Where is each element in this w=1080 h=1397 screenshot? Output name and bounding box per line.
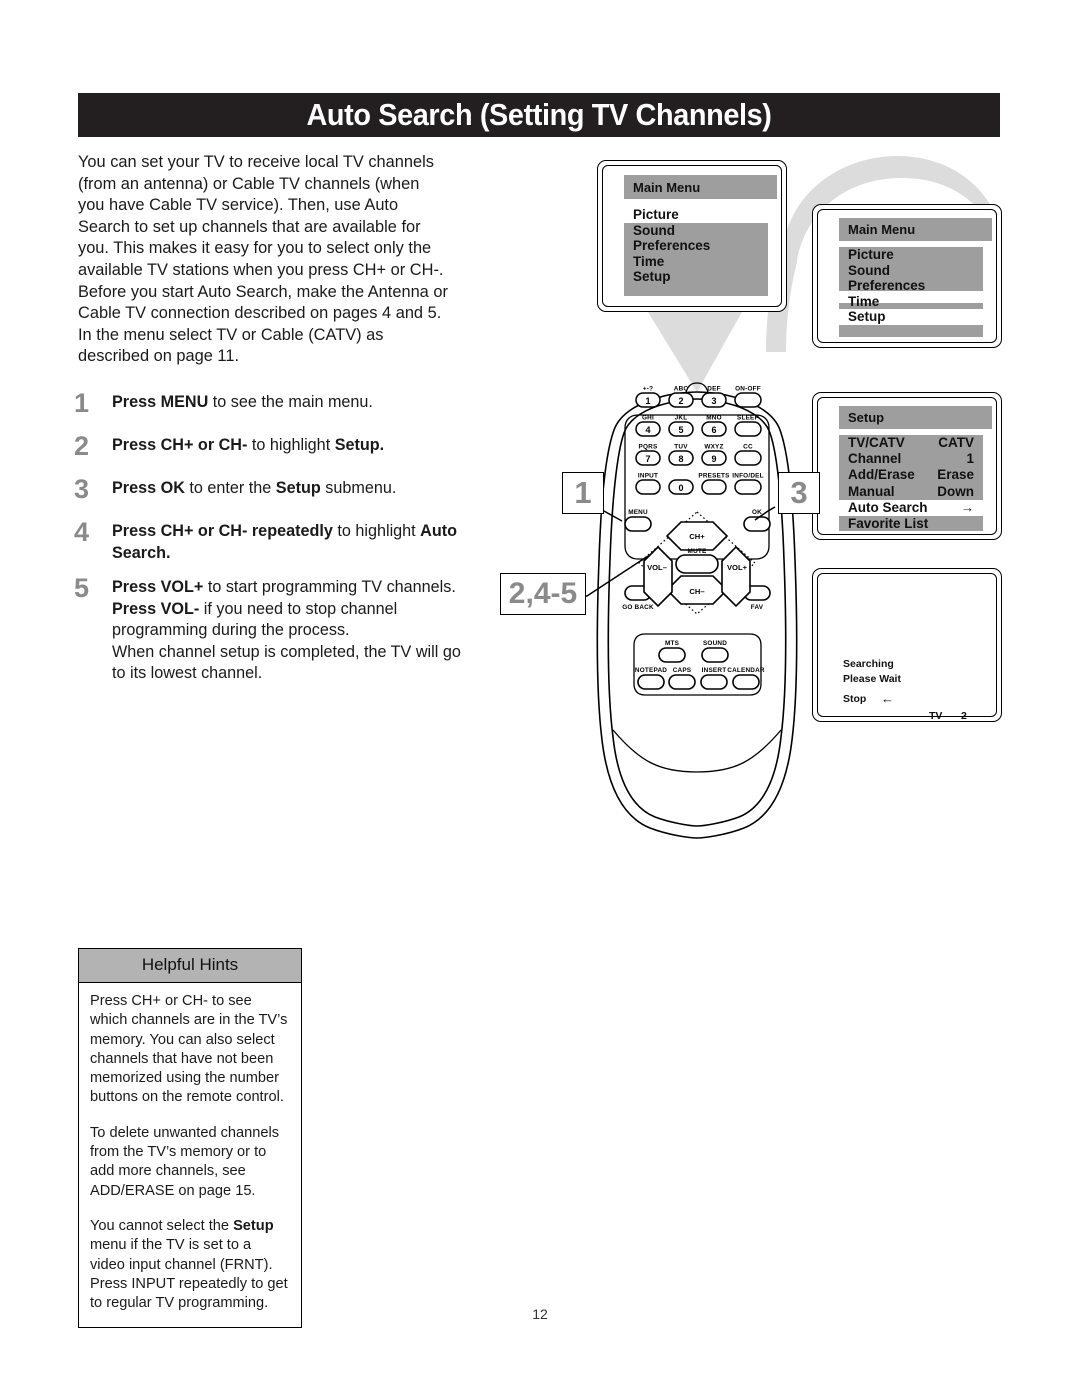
remote-key-1[interactable]: +-? 1 <box>635 386 661 408</box>
remote-key-sleep[interactable]: SLEEP <box>734 415 762 437</box>
svg-text:3: 3 <box>711 396 716 406</box>
svg-text:MNO: MNO <box>706 415 722 422</box>
svg-text:4: 4 <box>645 425 650 435</box>
svg-text:INSERT: INSERT <box>702 667 727 674</box>
svg-text:VOL–: VOL– <box>647 563 667 572</box>
svg-text:9: 9 <box>711 454 716 464</box>
remote-key-4[interactable]: GHI 4 <box>635 415 661 437</box>
svg-text:+-?: +-? <box>643 386 653 393</box>
svg-text:CC: CC <box>743 444 753 451</box>
svg-text:FAV: FAV <box>751 604 764 611</box>
svg-text:INFO/DEL: INFO/DEL <box>732 473 763 480</box>
svg-text:PQRS: PQRS <box>639 444 658 451</box>
manual-page: Auto Search (Setting TV Channels) You ca… <box>0 0 1080 1397</box>
remote-key-presets[interactable]: PRESETS <box>698 473 730 495</box>
svg-text:INPUT: INPUT <box>638 473 658 480</box>
svg-text:CH+: CH+ <box>689 532 705 541</box>
svg-text:MTS: MTS <box>665 640 680 647</box>
remote-ir-nub <box>685 382 709 393</box>
svg-text:GO BACK: GO BACK <box>622 604 654 611</box>
svg-text:CH–: CH– <box>689 587 704 596</box>
remote-notepad-button[interactable]: NOTEPAD <box>635 667 667 690</box>
callout-badge-vol: 2,4-5 <box>500 573 586 615</box>
svg-text:6: 6 <box>711 425 716 435</box>
svg-text:GHI: GHI <box>642 415 654 422</box>
remote-control-illustration: +-? 1 ABC 2 DEF 3 ON-OFF GHI 4 JKL 5 MNO… <box>500 382 798 839</box>
remote-key-cc[interactable]: CC <box>734 444 762 466</box>
svg-text:MUTE: MUTE <box>688 548 707 555</box>
remote-keypad-buttons: +-? 1 ABC 2 DEF 3 ON-OFF GHI 4 JKL 5 MNO… <box>635 386 764 495</box>
svg-text:ABC: ABC <box>674 386 689 393</box>
remote-key-6[interactable]: MNO 6 <box>701 415 727 437</box>
remote-key-0[interactable]: 0 <box>668 479 694 495</box>
remote-caps-button[interactable]: CAPS <box>668 667 696 690</box>
remote-key-on-off[interactable]: ON-OFF <box>734 386 762 408</box>
svg-text:2: 2 <box>678 396 683 406</box>
remote-key-2[interactable]: ABC 2 <box>668 386 694 408</box>
svg-text:PRESETS: PRESETS <box>698 473 730 480</box>
svg-text:MENU: MENU <box>628 509 648 516</box>
nav-right-vol-plus-button[interactable] <box>721 545 751 608</box>
svg-text:SOUND: SOUND <box>703 640 727 647</box>
remote-calendar-button[interactable]: CALENDAR <box>727 667 765 690</box>
remote-key-5[interactable]: JKL 5 <box>668 415 694 437</box>
callout-badge-menu: 1 <box>562 472 604 514</box>
remote-key-9[interactable]: WXYZ 9 <box>701 444 727 466</box>
callout-badge-ok: 3 <box>778 472 820 514</box>
svg-text:OK: OK <box>752 509 762 516</box>
remote-sound-button[interactable]: SOUND <box>701 640 729 663</box>
nav-mute-button[interactable] <box>675 554 719 574</box>
remote-outer-shell <box>596 391 798 839</box>
svg-text:CAPS: CAPS <box>673 667 692 674</box>
svg-text:SLEEP: SLEEP <box>737 415 759 422</box>
svg-text:7: 7 <box>645 454 650 464</box>
svg-text:TUV: TUV <box>674 444 688 451</box>
remote-bottom-buttons: MTS SOUND NOTEPAD CAPS INSERT CALENDAR <box>635 640 765 690</box>
svg-text:JKL: JKL <box>675 415 688 422</box>
svg-text:8: 8 <box>678 454 683 464</box>
remote-menu-button[interactable]: MENU <box>624 509 652 532</box>
nav-left-vol-minus-button[interactable] <box>643 545 673 608</box>
remote-key-8[interactable]: TUV 8 <box>668 444 694 466</box>
svg-text:0: 0 <box>678 483 683 493</box>
remote-bottom-contour <box>612 729 782 773</box>
remote-key-3[interactable]: DEF 3 <box>701 386 727 408</box>
svg-text:WXYZ: WXYZ <box>704 444 723 451</box>
svg-text:NOTEPAD: NOTEPAD <box>635 667 667 674</box>
remote-mts-button[interactable]: MTS <box>658 640 686 663</box>
remote-insert-button[interactable]: INSERT <box>700 667 728 690</box>
svg-text:ON-OFF: ON-OFF <box>735 386 761 393</box>
remote-key-info-del[interactable]: INFO/DEL <box>732 473 764 495</box>
svg-text:5: 5 <box>678 425 683 435</box>
svg-text:DEF: DEF <box>707 386 720 393</box>
svg-text:CALENDAR: CALENDAR <box>727 667 765 674</box>
svg-text:1: 1 <box>645 396 650 406</box>
svg-text:VOL+: VOL+ <box>727 563 748 572</box>
remote-key-input[interactable]: INPUT <box>635 473 661 495</box>
remote-key-7[interactable]: PQRS 7 <box>635 444 661 466</box>
